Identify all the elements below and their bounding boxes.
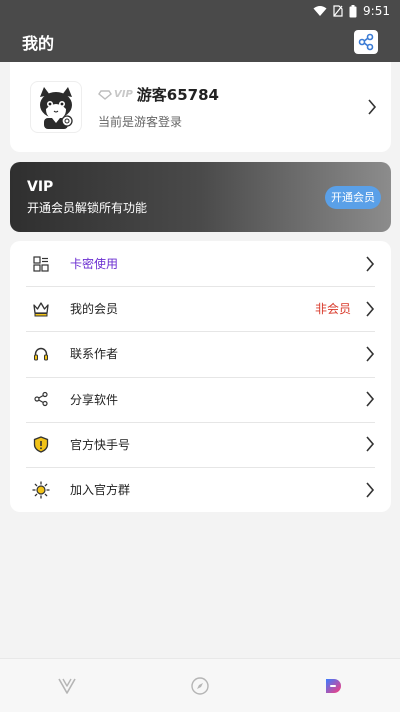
menu-item-my-membership[interactable]: 我的会员 非会员 [10,286,391,331]
menu-item-official-kuaishou[interactable]: 官方快手号 [10,421,391,467]
vip-banner[interactable]: VIP 开通会员解锁所有功能 开通会员 [10,162,391,232]
menu-item-label: 我的会员 [70,302,119,317]
app-header: 我的 [0,22,400,62]
menu-item-label: 官方快手号 [70,437,131,452]
chevron-right-icon [368,99,377,115]
nav-tab-profile[interactable] [303,666,363,706]
chevron-right-icon [366,391,375,407]
chevron-right-icon [366,301,375,317]
avatar[interactable] [30,81,82,133]
membership-status: 非会员 [314,302,351,317]
wifi-icon [313,5,327,17]
page-title: 我的 [22,34,55,53]
menu-item-join-group[interactable]: 加入官方群 [10,466,391,512]
menu-item-card-key[interactable]: 卡密使用 [10,241,391,286]
menu-item-share-app[interactable]: 分享软件 [10,376,391,422]
shield-icon [30,433,52,455]
v-logo-icon [57,678,76,694]
card-key-icon [30,253,52,275]
sun-gear-icon [30,479,52,501]
open-membership-button[interactable]: 开通会员 [325,185,381,209]
nav-tab-home[interactable] [37,666,97,706]
nav-tab-discover[interactable] [170,666,230,706]
chevron-right-icon [366,482,375,498]
share-button[interactable] [354,30,378,54]
vip-badge-text: VIP [114,89,133,100]
username: 游客65784 [136,86,219,104]
menu-item-label: 联系作者 [70,347,119,362]
profile-tab-icon [326,678,342,693]
share-icon [30,388,52,410]
vip-banner-text: VIP 开通会员解锁所有功能 [27,179,147,216]
compass-icon [191,676,209,695]
battery-icon [349,4,357,18]
login-hint: 当前是游客登录 [98,115,183,129]
diamond-icon [98,89,112,100]
profile-card[interactable]: VIP 游客65784 当前是游客登录 [10,62,391,152]
crown-icon [30,298,52,320]
menu-item-label: 卡密使用 [70,257,119,272]
vip-banner-title: VIP [27,178,54,195]
name-row: VIP 游客65784 [98,84,367,105]
no-sim-icon [333,5,343,17]
cat-avatar-icon [40,87,73,129]
share-icon [358,33,374,51]
status-bar: 9:51 [0,0,400,22]
vip-banner-desc: 开通会员解锁所有功能 [27,200,148,215]
chevron-right-icon [366,346,375,362]
menu-item-label: 加入官方群 [70,483,131,498]
bottom-nav [0,658,400,712]
menu-list: 卡密使用 我的会员 非会员 联系作者 分享软件 官方快手号 加入官方群 [10,241,391,512]
vip-badge: VIP [98,89,133,100]
chevron-right-icon [366,436,375,452]
chevron-right-icon [366,256,375,272]
status-time: 9:51 [363,4,390,18]
profile-info: VIP 游客65784 当前是游客登录 [98,84,367,130]
menu-item-contact-author[interactable]: 联系作者 [10,331,391,376]
menu-item-label: 分享软件 [70,392,119,407]
headset-icon [30,343,52,365]
